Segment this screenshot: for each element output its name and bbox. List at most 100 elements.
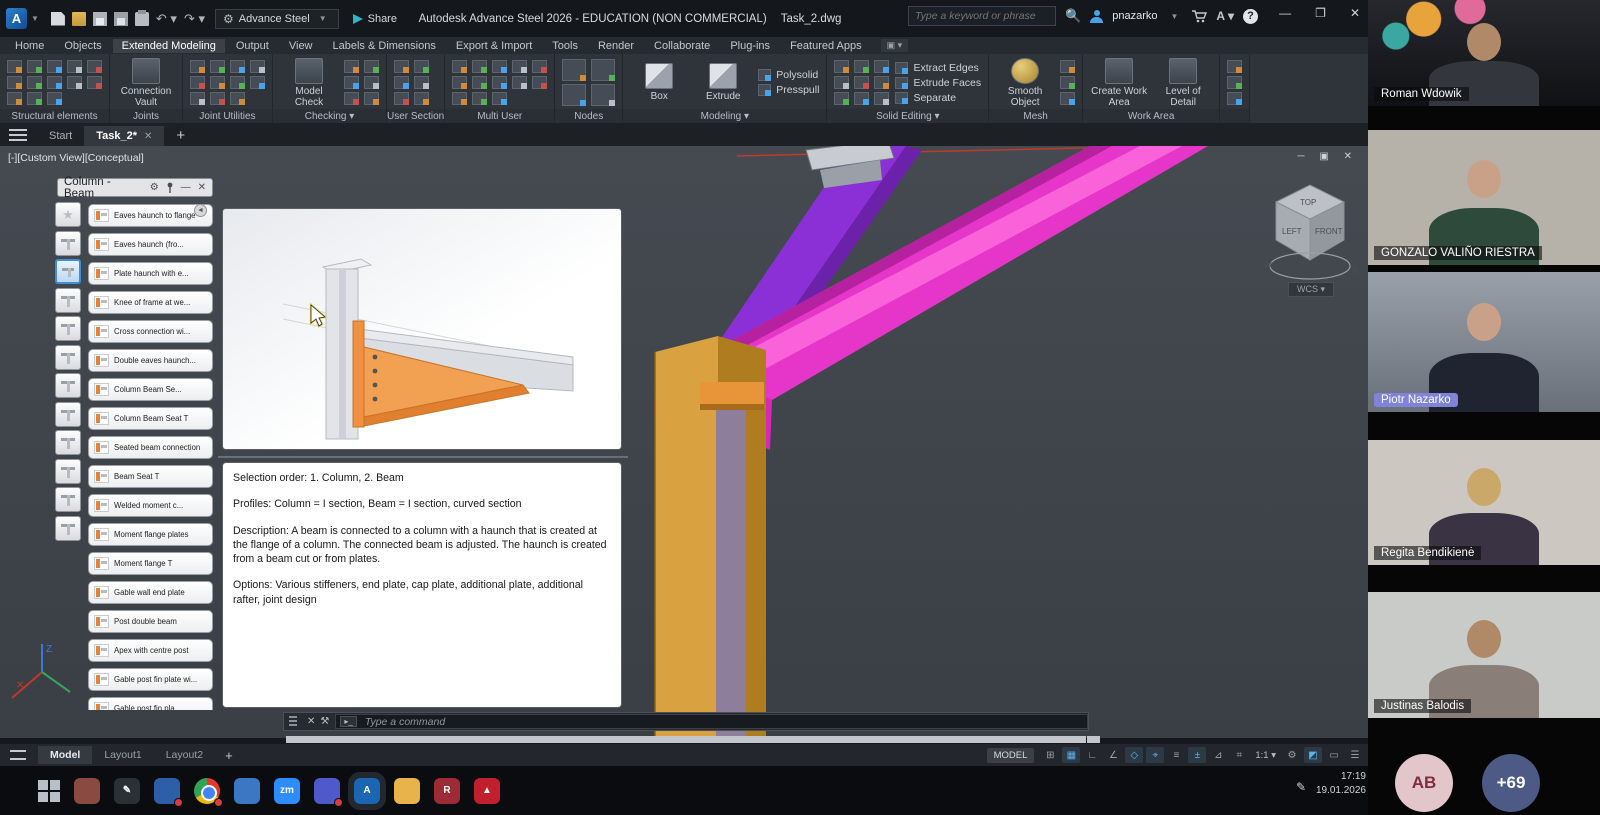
layout-menu-icon[interactable] <box>10 750 26 760</box>
tool-icon[interactable] <box>472 76 487 89</box>
palette-close-icon[interactable]: ✕ <box>198 182 206 193</box>
taskbar-zoom-icon[interactable]: zm <box>274 778 300 804</box>
button-extrude[interactable]: Extrude <box>694 63 752 102</box>
connection-item-moment-flange-t[interactable]: Moment flange T <box>88 552 213 575</box>
annotation-scale[interactable]: 1:1 ▾ <box>1251 750 1280 761</box>
horizontal-scrollbar[interactable] <box>286 736 1086 743</box>
ribbon-tab-export-import[interactable]: Export & Import <box>447 39 541 53</box>
app-store-cart-icon[interactable] <box>1191 9 1207 23</box>
taskbar-app-red-icon[interactable] <box>74 778 100 804</box>
tool-icon[interactable] <box>27 76 42 89</box>
tool-icon[interactable] <box>562 59 586 81</box>
taskbar-teams-icon[interactable] <box>314 778 340 804</box>
avatar-69[interactable]: +69 <box>1482 754 1540 812</box>
connection-item-gable-post-fin-plate-wi[interactable]: Gable post fin plate wi... <box>88 668 213 691</box>
taskbar-edge-browser-icon[interactable] <box>234 778 260 804</box>
model-viewport[interactable]: [-][Custom View][Conceptual] ─ ▣ ✕ TOP L… <box>0 146 1368 738</box>
ribbon-tab-view[interactable]: View <box>280 39 322 53</box>
tool-icon[interactable] <box>414 76 429 89</box>
category-apex[interactable] <box>55 288 81 313</box>
tool-icon[interactable] <box>874 60 889 73</box>
tool-icon[interactable] <box>1060 92 1075 105</box>
ribbon-tab-extended-modeling[interactable]: Extended Modeling <box>113 39 225 53</box>
restore-button[interactable]: ❐ <box>1315 6 1326 20</box>
new-layout-button[interactable]: + <box>215 748 243 763</box>
connection-item-plate-haunch-with-e[interactable]: Plate haunch with e... <box>88 262 213 285</box>
file-tab-task-2[interactable]: Task_2*✕ <box>84 126 164 146</box>
ortho-mode-toggle[interactable]: ∟ <box>1083 747 1101 763</box>
button-level-of-detail[interactable]: Level of Detail <box>1154 58 1212 108</box>
application-menu-button[interactable]: A <box>6 8 27 29</box>
tool-icon[interactable] <box>230 92 245 105</box>
taskbar-acrobat-icon[interactable]: ▲ <box>474 778 500 804</box>
taskbar-chrome-icon[interactable] <box>194 778 220 804</box>
connection-item-knee-of-frame-at-we[interactable]: Knee of frame at we... <box>88 291 213 314</box>
tool-icon[interactable] <box>492 60 507 73</box>
tool-icon[interactable] <box>512 76 527 89</box>
redo-icon[interactable]: ↷ ▾ <box>184 11 205 27</box>
share-button[interactable]: Share <box>353 13 397 25</box>
help-icon[interactable]: ? <box>1243 9 1258 24</box>
tool-icon[interactable] <box>472 92 487 105</box>
palette-pin-icon[interactable] <box>166 182 174 193</box>
button-presspull[interactable]: Presspull <box>758 84 819 96</box>
button-separate[interactable]: Separate <box>895 92 981 104</box>
taskbar-r-app-icon[interactable]: R <box>434 778 460 804</box>
tool-icon[interactable] <box>1227 92 1242 105</box>
category-cross-bracing[interactable] <box>55 459 81 484</box>
connection-item-moment-flange-plates[interactable]: Moment flange plates <box>88 523 213 546</box>
tool-icon[interactable] <box>344 76 359 89</box>
tool-icon[interactable] <box>190 92 205 105</box>
viewport-controls-label[interactable]: [-][Custom View][Conceptual] <box>8 152 144 164</box>
tool-icon[interactable] <box>230 60 245 73</box>
new-drawing-tab-button[interactable]: + <box>164 125 197 146</box>
button-model-check[interactable]: Model Check <box>280 58 338 108</box>
connection-item-cross-connection-wi[interactable]: Cross connection wi... <box>88 320 213 343</box>
tool-icon[interactable] <box>87 76 102 89</box>
plot-icon[interactable] <box>135 12 149 26</box>
minimize-button[interactable]: — <box>1279 6 1291 20</box>
tool-icon[interactable] <box>210 60 225 73</box>
ribbon-tab-home[interactable]: Home <box>6 39 53 53</box>
tool-icon[interactable] <box>854 92 869 105</box>
ribbon-tab-plug-ins[interactable]: Plug-ins <box>721 39 779 53</box>
search-icon[interactable]: 🔍 <box>1065 8 1081 24</box>
help-search-input[interactable] <box>908 6 1056 26</box>
palette-minimize-icon[interactable]: — <box>181 182 191 193</box>
connection-item-column-beam-seat-t[interactable]: Column Beam Seat T <box>88 407 213 430</box>
tool-icon[interactable] <box>512 60 527 73</box>
tool-icon[interactable] <box>414 92 429 105</box>
snap-mode-toggle[interactable]: ▦ <box>1062 747 1080 763</box>
layout-tab-model[interactable]: Model <box>38 746 92 764</box>
workspace-switcher[interactable]: ⚙ Advance Steel ▼ <box>215 9 339 29</box>
tool-icon[interactable] <box>344 60 359 73</box>
file-tab-start[interactable]: Start <box>37 126 84 146</box>
connection-item-column-beam-se[interactable]: Column Beam Se... <box>88 378 213 401</box>
palette-title-bar[interactable]: Column - Beam ⚙ — ✕ <box>57 178 213 197</box>
command-input[interactable]: ▸_ Type a command <box>335 714 1088 729</box>
ribbon-tab-collaborate[interactable]: Collaborate <box>645 39 719 53</box>
video-tile-regita-bendikien[interactable]: Regita Bendikienė <box>1368 440 1600 565</box>
tool-icon[interactable] <box>452 76 467 89</box>
tool-icon[interactable] <box>210 76 225 89</box>
tool-icon[interactable] <box>472 60 487 73</box>
signed-in-user[interactable]: pnazarko <box>1112 10 1157 22</box>
command-line[interactable]: ✕ ⚒ ▸_ Type a command <box>283 712 1089 731</box>
clean-screen-button[interactable]: ▭ <box>1325 747 1343 763</box>
customization-button[interactable]: ⚙ <box>1283 747 1301 763</box>
category-platform[interactable] <box>55 345 81 370</box>
layout-tab-layout2[interactable]: Layout2 <box>154 746 215 764</box>
category-turnbuckle[interactable] <box>55 516 81 541</box>
tool-icon[interactable] <box>67 76 82 89</box>
isolate-objects-button[interactable]: ◩ <box>1304 747 1322 763</box>
tool-icon[interactable] <box>492 76 507 89</box>
tool-icon[interactable] <box>1227 60 1242 73</box>
tool-icon[interactable] <box>394 92 409 105</box>
taskbar-advance-steel-icon[interactable]: A <box>354 778 380 804</box>
tool-icon[interactable] <box>1060 76 1075 89</box>
connection-item-apex-with-centre-post[interactable]: Apex with centre post <box>88 639 213 662</box>
tool-icon[interactable] <box>7 92 22 105</box>
command-line-close-icon[interactable]: ✕ <box>307 716 315 727</box>
tool-icon[interactable] <box>874 92 889 105</box>
status-menu-button[interactable]: ☰ <box>1346 747 1364 763</box>
